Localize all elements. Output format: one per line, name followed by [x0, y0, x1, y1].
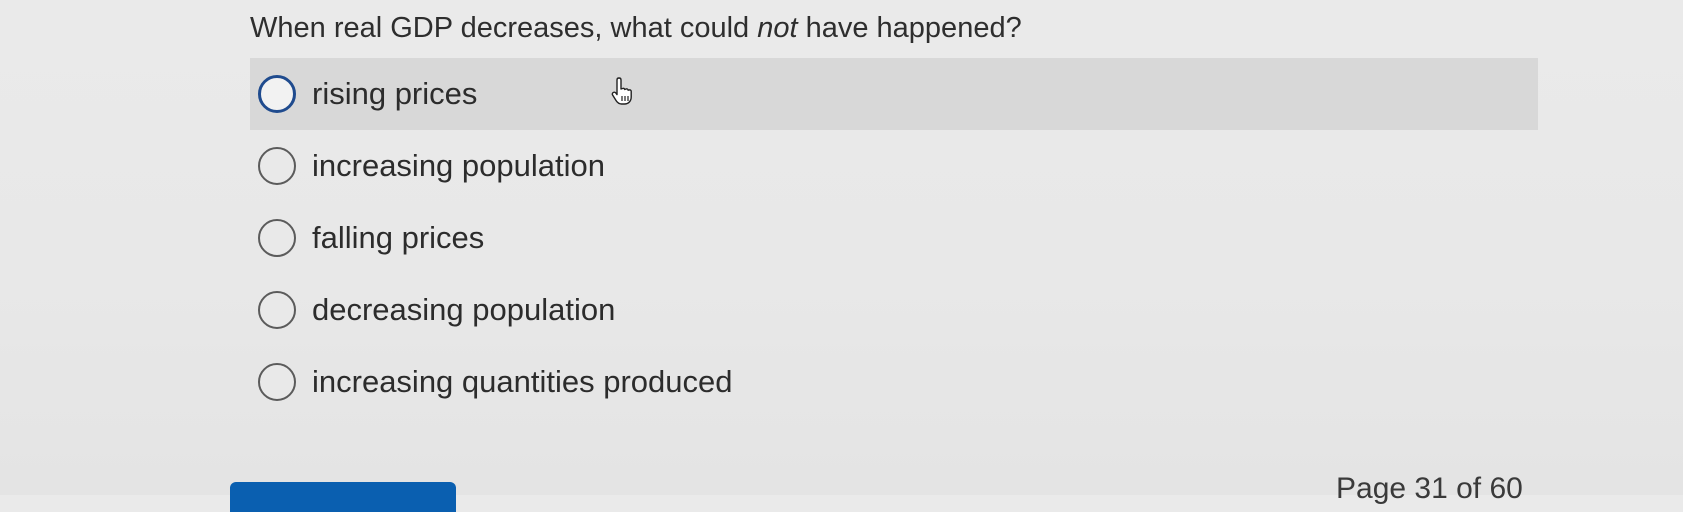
radio-button[interactable]	[258, 219, 296, 257]
next-button[interactable]	[230, 482, 456, 512]
question-emphasis: not	[757, 12, 798, 44]
option-decreasing-population[interactable]: decreasing population	[250, 274, 1538, 346]
radio-button[interactable]	[258, 75, 296, 113]
option-label: increasing population	[312, 148, 605, 183]
radio-button[interactable]	[258, 147, 296, 185]
hand-pointer-icon	[611, 77, 632, 105]
option-label: rising prices	[312, 76, 478, 111]
option-rising-prices[interactable]: rising prices	[250, 58, 1538, 130]
answer-options: rising prices increasing population fall…	[250, 58, 1538, 418]
option-increasing-quantities-produced[interactable]: increasing quantities produced	[250, 346, 1538, 418]
question-prefix: When real GDP decreases, what could	[250, 12, 758, 44]
option-label: decreasing population	[312, 292, 616, 327]
question-suffix: have happened?	[797, 12, 1022, 44]
question-text: When real GDP decreases, what could not …	[250, 8, 1022, 48]
option-falling-prices[interactable]: falling prices	[250, 202, 1538, 274]
radio-button[interactable]	[258, 291, 296, 329]
option-increasing-population[interactable]: increasing population	[250, 130, 1538, 202]
option-label: falling prices	[312, 220, 485, 255]
radio-button[interactable]	[258, 363, 296, 401]
page-indicator: Page 31 of 60	[1336, 472, 1523, 505]
option-label: increasing quantities produced	[312, 364, 733, 399]
